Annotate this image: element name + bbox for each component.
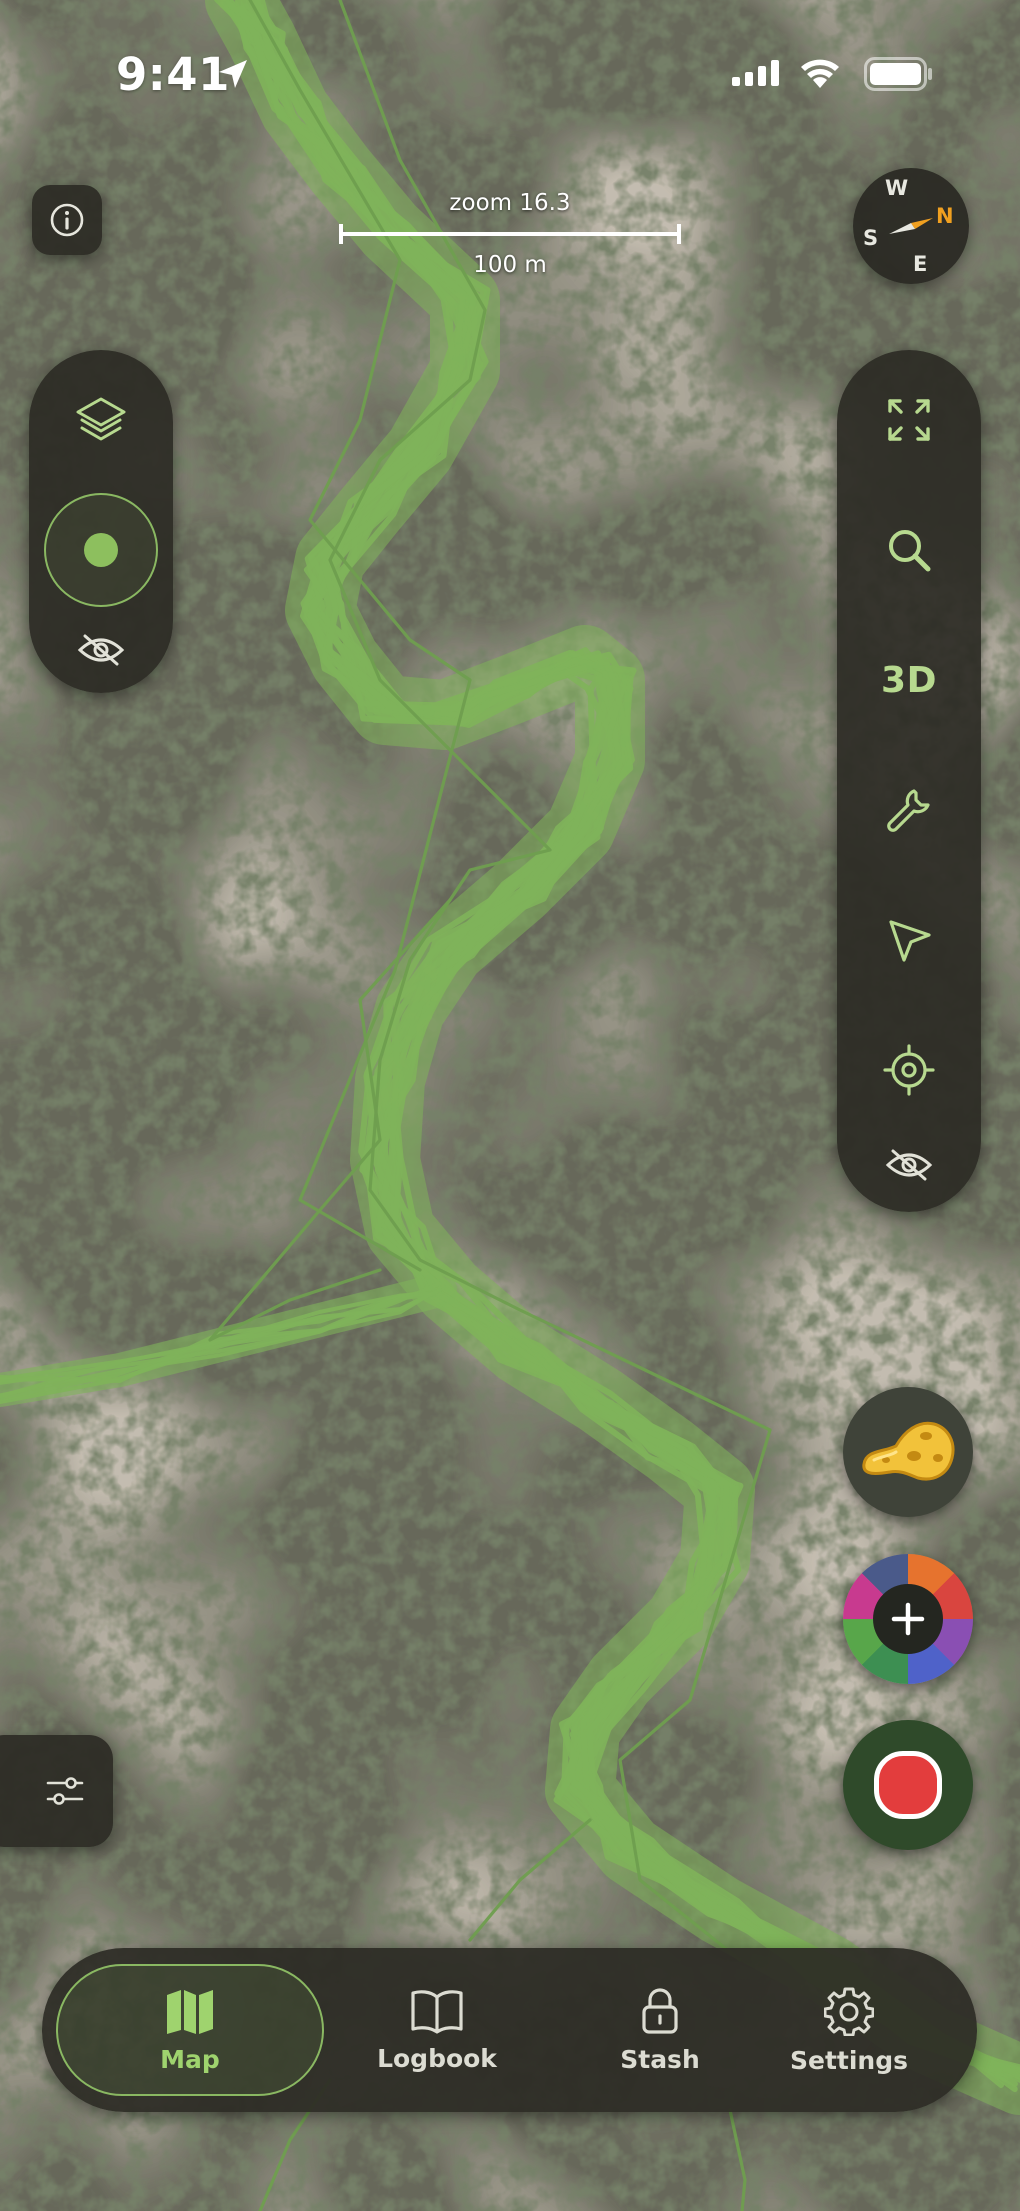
- tab-map-label: Map: [160, 2044, 220, 2074]
- layers-icon: [76, 397, 126, 441]
- zoom-level-label: zoom 16.3: [449, 190, 571, 216]
- tab-stash-label: Stash: [620, 2044, 700, 2074]
- record-icon: [874, 1751, 942, 1819]
- hide-controls-button[interactable]: [859, 1140, 959, 1190]
- layers-button[interactable]: [51, 380, 151, 460]
- right-control-panel: 3D: [837, 350, 981, 1212]
- fullscreen-button[interactable]: [859, 385, 959, 455]
- add-button-center: [873, 1584, 943, 1654]
- gear-icon: [824, 1987, 874, 2036]
- info-button[interactable]: [32, 185, 102, 255]
- map-screen: 9:41 zoom 16.3 100 m W N S E 3D Map Logb…: [0, 0, 1020, 2211]
- hide-tracks-button[interactable]: [51, 625, 151, 675]
- sliders-icon: [46, 1777, 83, 1805]
- navigation-arrow-icon: [889, 920, 931, 962]
- center-location-button[interactable]: [859, 1035, 959, 1105]
- tools-button[interactable]: [859, 775, 959, 845]
- compass-needle-icon: [889, 218, 933, 234]
- tab-logbook-label: Logbook: [377, 2043, 497, 2073]
- search-icon: [889, 530, 931, 572]
- bottom-tab-bar: Map Logbook Stash Settings: [42, 1948, 977, 2112]
- location-arrow-icon: [219, 60, 247, 88]
- my-location-button[interactable]: [44, 493, 158, 607]
- compass-south-label: S: [863, 226, 879, 250]
- search-button[interactable]: [859, 515, 959, 585]
- lock-icon: [642, 1987, 678, 2034]
- book-icon: [411, 1989, 463, 2034]
- map-scale-bar: zoom 16.3 100 m: [338, 188, 682, 278]
- track-filter-button[interactable]: [0, 1735, 113, 1847]
- location-dot-icon: [84, 533, 118, 567]
- tab-settings[interactable]: Settings: [739, 1964, 959, 2096]
- tab-map[interactable]: Map: [56, 1964, 324, 2096]
- 3d-label: 3D: [881, 659, 937, 701]
- scale-distance-label: 100 m: [473, 252, 547, 278]
- hide-eye-icon: [77, 634, 125, 666]
- wrench-icon: [887, 789, 930, 832]
- status-bar: 9:41: [0, 0, 1020, 150]
- left-control-panel: [29, 350, 173, 693]
- info-icon: [50, 203, 84, 237]
- hide-eye-icon: [885, 1149, 933, 1181]
- gold-nugget-icon: [862, 1421, 955, 1481]
- tab-settings-label: Settings: [789, 2045, 908, 2075]
- plus-icon: [891, 1602, 925, 1636]
- tab-stash[interactable]: Stash: [550, 1964, 770, 2096]
- map-icon: [167, 1989, 213, 2034]
- cellular-signal-icon: [732, 60, 779, 86]
- wifi-icon: [801, 59, 839, 88]
- expand-icon: [888, 399, 930, 441]
- scale-line: [339, 224, 681, 244]
- compass-button[interactable]: W N S E: [853, 168, 969, 284]
- navigate-button[interactable]: [859, 905, 959, 975]
- status-time: 9:41: [116, 48, 230, 101]
- battery-icon: [864, 57, 932, 91]
- add-waypoint-button[interactable]: [843, 1554, 973, 1684]
- crosshair-icon: [883, 1044, 935, 1096]
- tab-logbook[interactable]: Logbook: [327, 1964, 547, 2096]
- 3d-toggle-button[interactable]: 3D: [859, 645, 959, 715]
- gold-finds-button[interactable]: [843, 1387, 973, 1517]
- record-track-button[interactable]: [843, 1720, 973, 1850]
